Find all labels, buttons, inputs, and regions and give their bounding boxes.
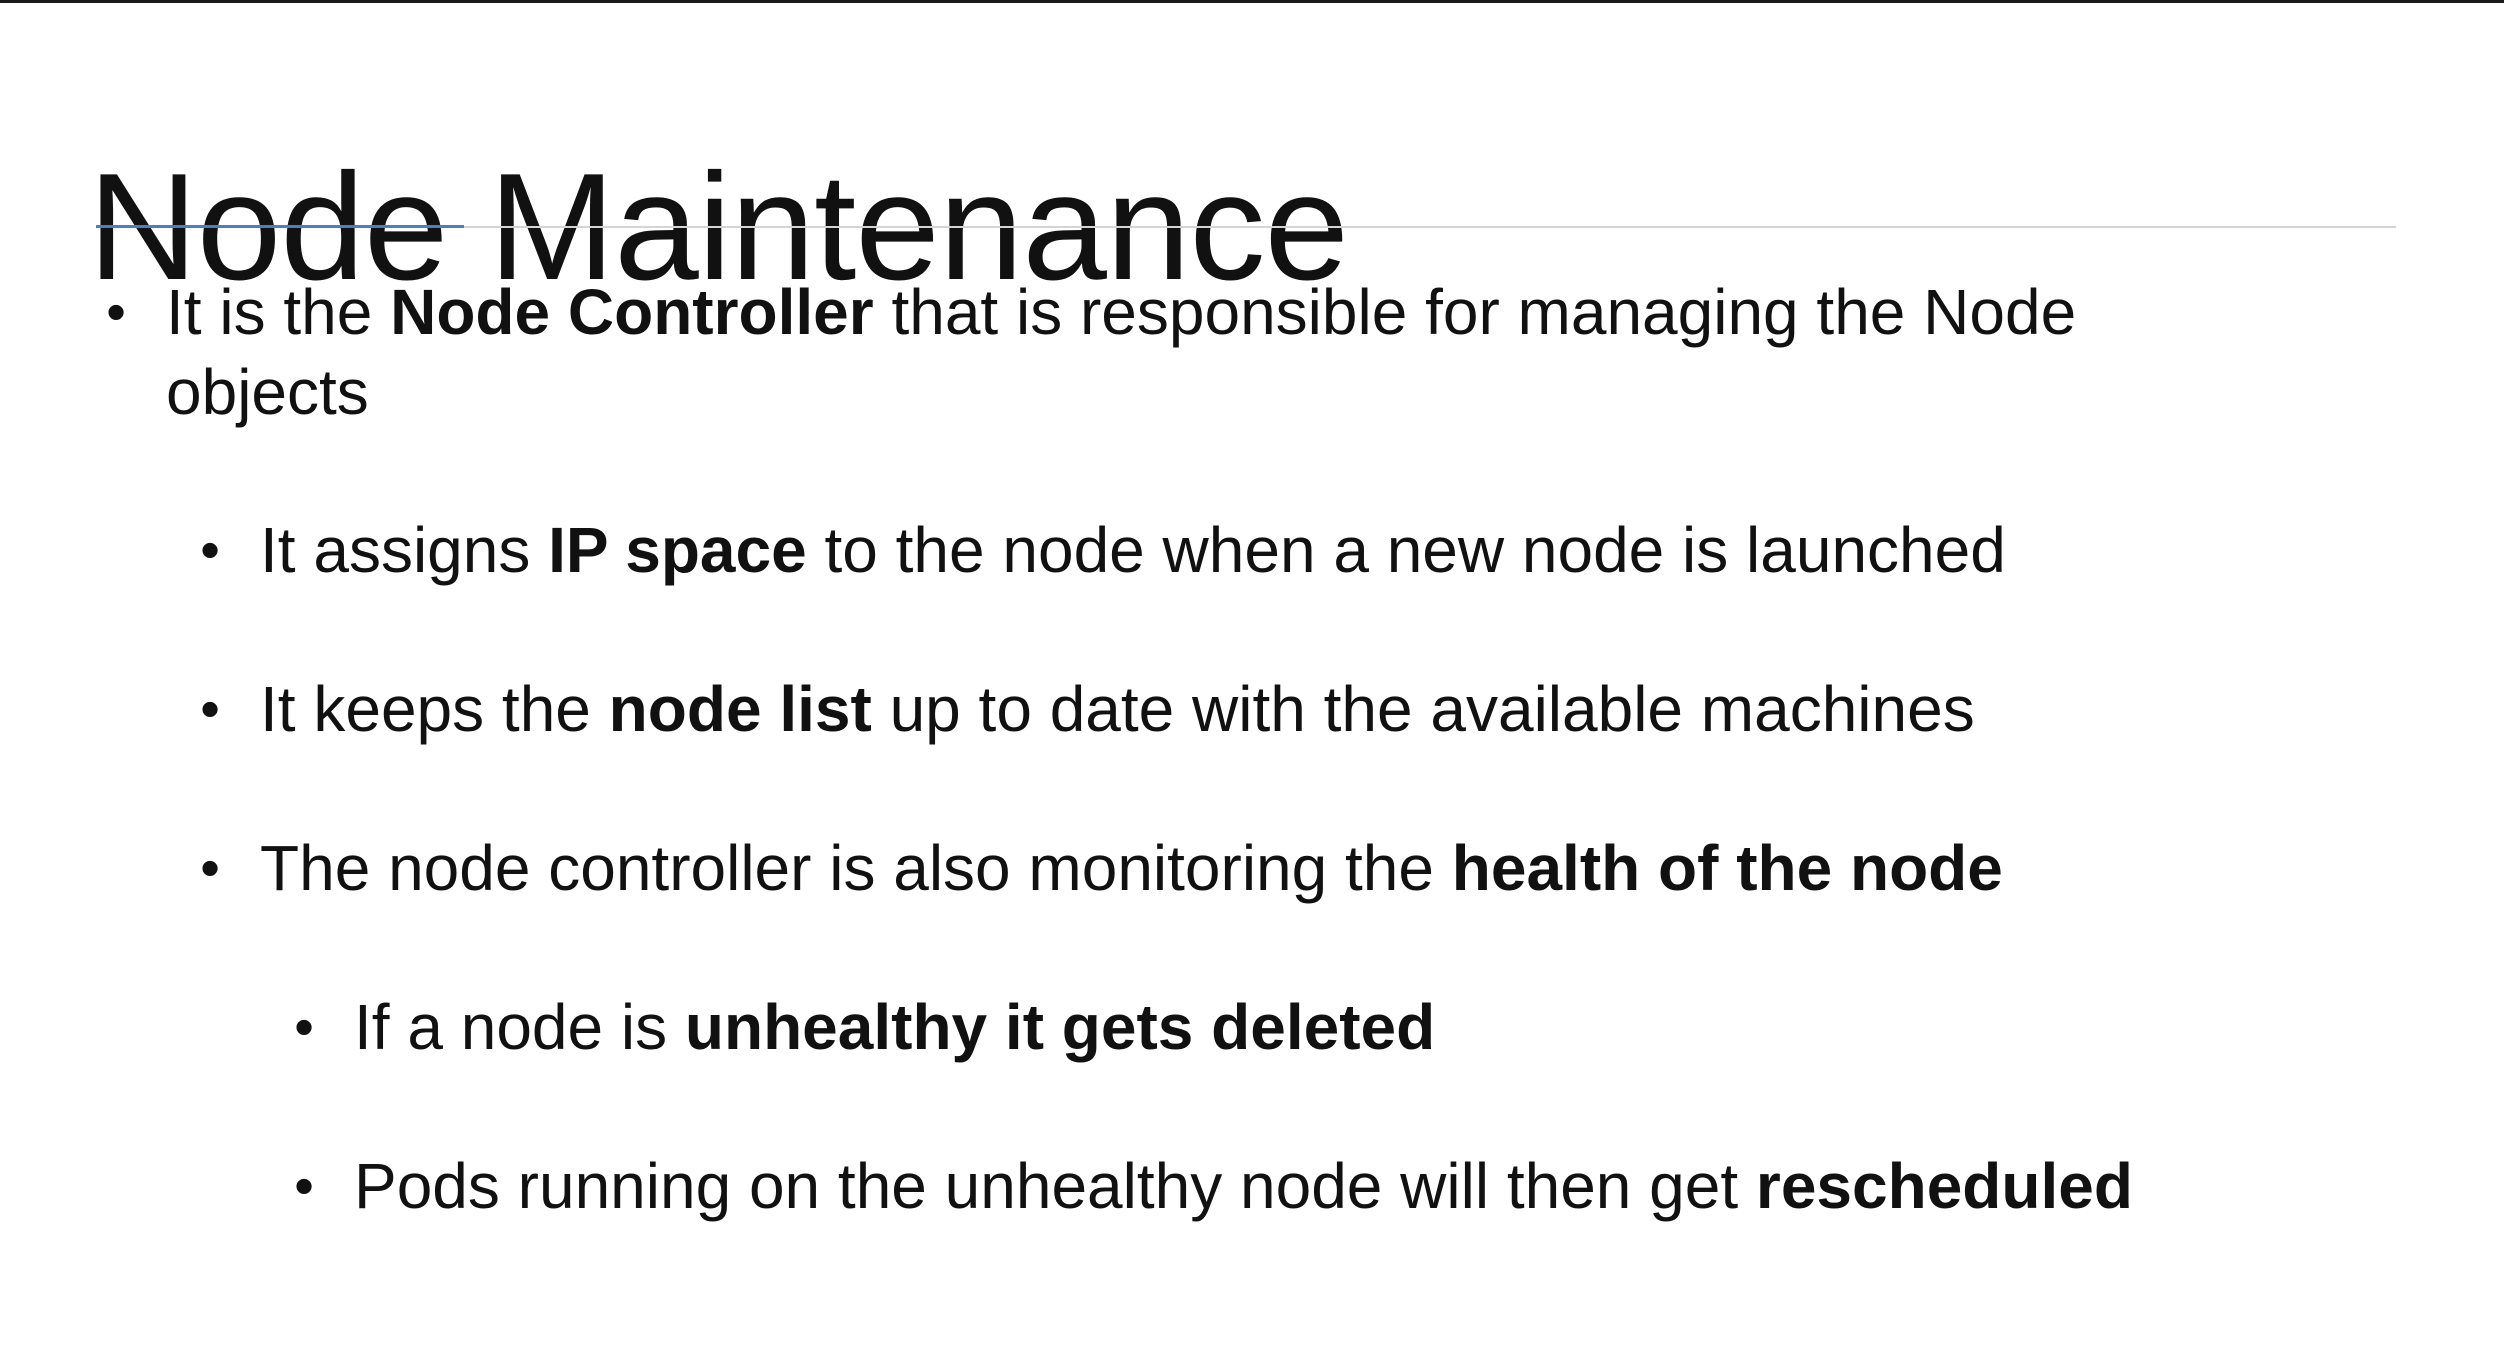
bullet-dot-icon: • bbox=[200, 677, 220, 740]
bullet-dot-icon: • bbox=[106, 280, 126, 343]
bullet-text-pre: It keeps the bbox=[260, 673, 609, 745]
bullet-text-bold: rescheduled bbox=[1755, 1150, 2133, 1222]
bullet-text-pre: The node controller is also monitoring t… bbox=[260, 832, 1452, 904]
bullet-text: The node controller is also monitoring t… bbox=[260, 828, 2003, 908]
bullet-text-pre: Pods running on the unhealthy node will … bbox=[354, 1150, 1756, 1222]
bullet-text-post: to the node when a new node is launched bbox=[806, 514, 2006, 586]
bullet-text-post: up to date with the available machines bbox=[871, 673, 1975, 745]
bullet-text-bold: Node Controller bbox=[390, 276, 874, 348]
bullet-text: It is the Node Controller that is respon… bbox=[166, 272, 2076, 432]
bullet-ip-space: • It assigns IP space to the node when a… bbox=[190, 510, 2006, 590]
title-divider-accent bbox=[96, 225, 464, 228]
bullet-node-list: • It keeps the node list up to date with… bbox=[190, 669, 1975, 749]
bullet-text-pre: It assigns bbox=[260, 514, 549, 586]
bullet-text: Pods running on the unhealthy node will … bbox=[354, 1146, 2133, 1226]
bullet-node-controller: • It is the Node Controller that is resp… bbox=[96, 272, 2076, 432]
slide: Node Maintenance • It is the Node Contro… bbox=[0, 0, 2504, 1364]
bullet-text-bold: health of the node bbox=[1451, 832, 2003, 904]
bullet-dot-icon: • bbox=[294, 1154, 314, 1217]
bullet-pods-rescheduled: • Pods running on the unhealthy node wil… bbox=[284, 1146, 2133, 1226]
bullet-text-continuation: objects bbox=[166, 356, 369, 428]
bullet-dot-icon: • bbox=[200, 836, 220, 899]
bullet-text: It assigns IP space to the node when a n… bbox=[260, 510, 2006, 590]
bullet-text-post: that is responsible for managing the Nod… bbox=[873, 276, 2077, 348]
bullet-text-bold: unhealthy it gets deleted bbox=[684, 991, 1436, 1063]
bullet-dot-icon: • bbox=[200, 518, 220, 581]
bullet-dot-icon: • bbox=[294, 995, 314, 1058]
bullet-text-pre: It is the bbox=[166, 276, 391, 348]
bullet-text-bold: node list bbox=[608, 673, 872, 745]
bullet-text-pre: If a node is bbox=[354, 991, 685, 1063]
bullet-text: It keeps the node list up to date with t… bbox=[260, 669, 1975, 749]
bullet-health-monitoring: • The node controller is also monitoring… bbox=[190, 828, 2003, 908]
bullet-unhealthy-deleted: • If a node is unhealthy it gets deleted bbox=[284, 987, 1435, 1067]
bullet-text: If a node is unhealthy it gets deleted bbox=[354, 987, 1435, 1067]
bullet-text-bold: IP space bbox=[548, 514, 807, 586]
